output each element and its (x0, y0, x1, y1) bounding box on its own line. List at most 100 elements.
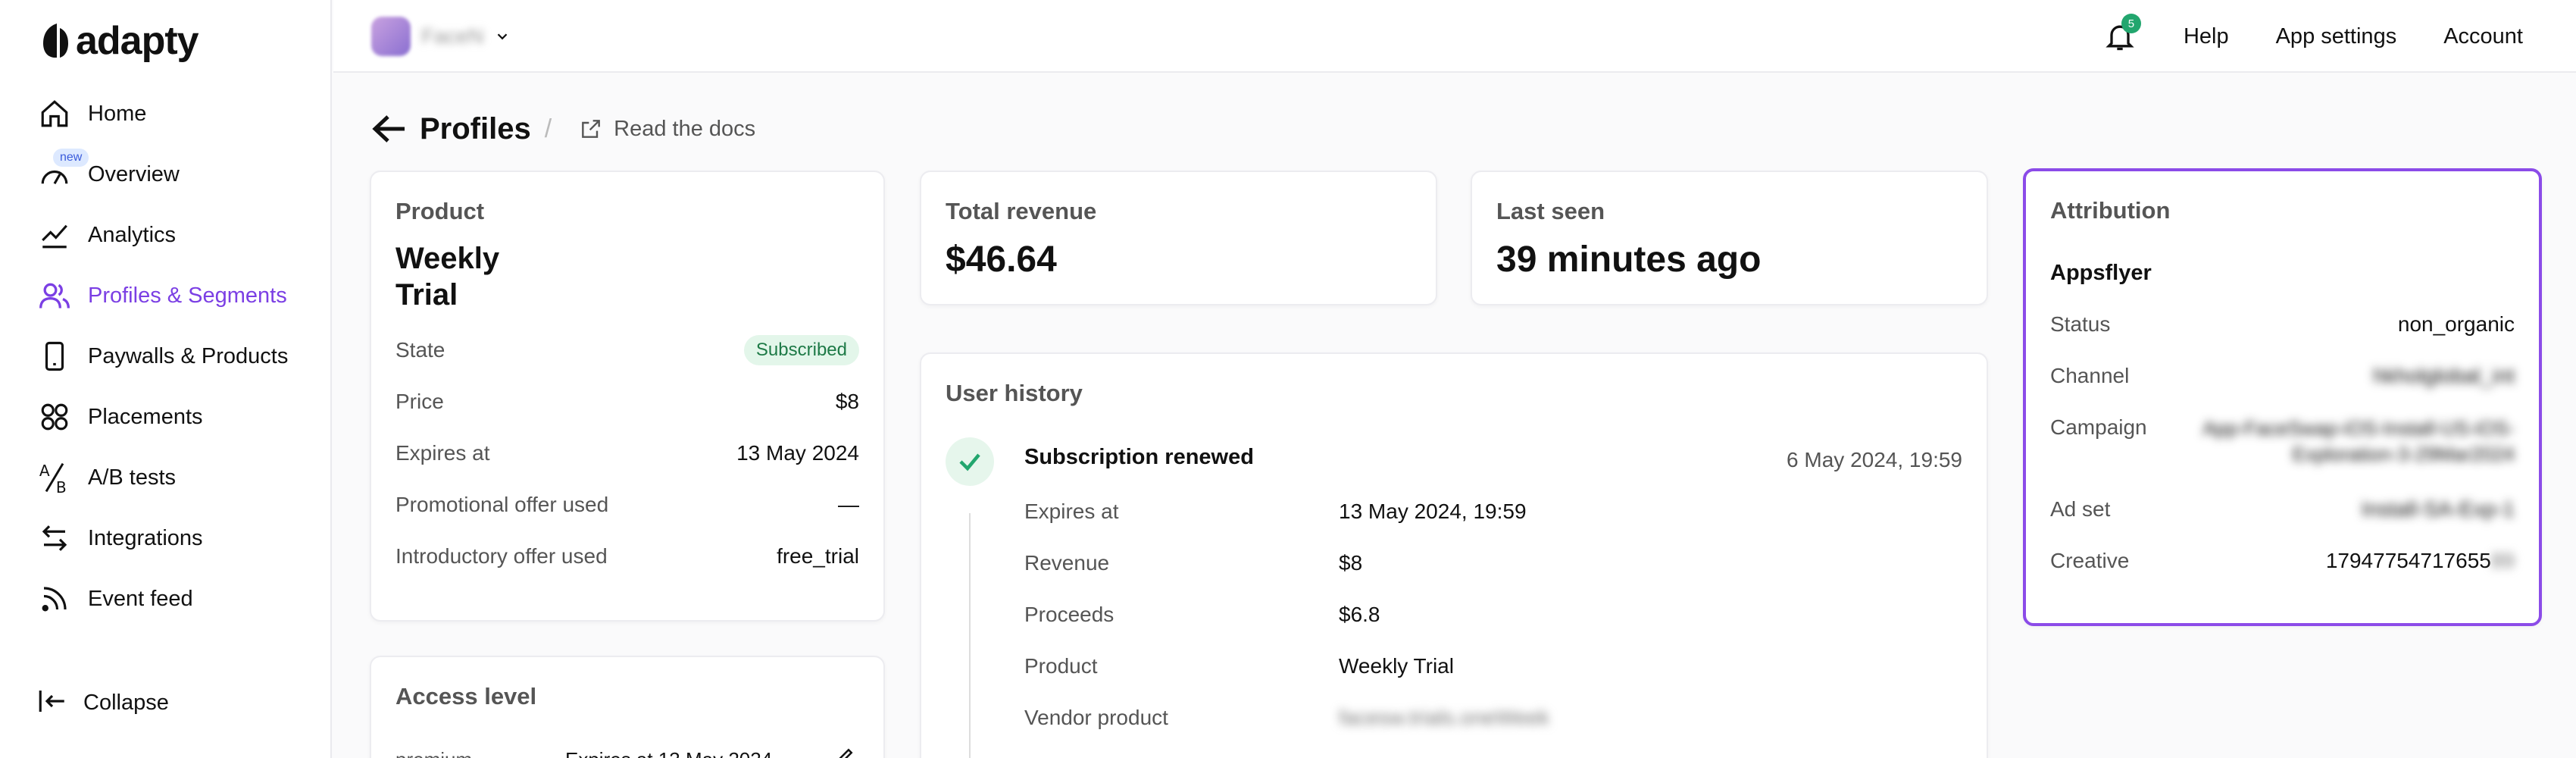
row-key: Campaign (2050, 415, 2147, 439)
sidebar-item-label: Paywalls & Products (88, 343, 289, 368)
sidebar-item-profiles-segments[interactable]: Profiles & Segments (36, 265, 324, 326)
event-time: 6 May 2024, 19:59 (1787, 448, 1962, 471)
user-history-title: User history (946, 380, 1083, 406)
history-key: Expires at (1024, 500, 1119, 523)
adapty-logo-icon (43, 23, 68, 58)
history-value: $8 (1339, 551, 1363, 575)
sidebar-item-label: A/B tests (88, 465, 177, 490)
product-name-line2: Trial (395, 278, 458, 312)
back-arrow-icon[interactable] (371, 114, 406, 144)
sidebar-item-paywalls-products[interactable]: Paywalls & Products (36, 326, 324, 387)
sidebar: adapty Home new Overview Analytics Profi… (0, 0, 332, 758)
product-row-intro: Introductory offer used free_trial (395, 544, 859, 568)
read-docs-link[interactable]: Read the docs (579, 117, 755, 142)
row-value-hidden: 89 (2490, 549, 2515, 572)
access-level-value: Expires at 13 May 2024 (565, 748, 772, 758)
attribution-row-creative: Creative 1794775471765589 (2050, 549, 2515, 573)
sidebar-item-home[interactable]: Home (36, 83, 324, 144)
last-seen-value: 39 minutes ago (1496, 240, 1762, 280)
sidebar-item-overview[interactable]: new Overview (36, 144, 324, 205)
history-key: Revenue (1024, 551, 1110, 575)
sidebar-item-integrations[interactable]: Integrations (36, 508, 324, 568)
product-card-title: Product (395, 198, 485, 224)
row-value: non_organic (2397, 312, 2515, 336)
sidebar-item-label: Integrations (88, 525, 203, 550)
breadcrumb-separator: / (544, 114, 552, 143)
row-key: Promotional offer used (395, 493, 609, 516)
success-check-icon (946, 437, 994, 486)
sidebar-item-label: Analytics (88, 222, 177, 247)
sidebar-item-label: Overview (88, 161, 180, 186)
total-revenue-card: Total revenue $46.64 (920, 171, 1437, 305)
access-level-key: premium (395, 748, 472, 758)
timeline-line (969, 513, 971, 758)
product-row-price: Price $8 (395, 390, 859, 414)
row-key: Status (2050, 312, 2111, 336)
row-value: — (838, 493, 859, 516)
product-row-promo: Promotional offer used — (395, 493, 859, 517)
product-card: Product Weekly Trial State Subscribed Pr… (370, 171, 885, 622)
main-nav: Home new Overview Analytics Profiles & S… (36, 83, 324, 629)
attribution-row-adset: Ad set Install-SA-Exp-1 (2050, 497, 2515, 522)
account-link[interactable]: Account (2443, 24, 2523, 49)
page-header: Profiles / Read the docs (371, 106, 755, 152)
history-value: 13 May 2024, 19:59 (1339, 500, 1527, 523)
product-row-state: State Subscribed (395, 335, 859, 365)
attribution-row-status: Status non_organic (2050, 312, 2515, 337)
row-key: Expires at (395, 441, 490, 465)
edit-pencil-icon[interactable] (833, 745, 856, 758)
row-value: hkholglobal_int (2373, 364, 2515, 387)
event-title[interactable]: Subscription renewed (1024, 445, 1254, 470)
grid-icon (36, 399, 73, 435)
history-key: Product (1024, 654, 1098, 678)
row-value: 13 May 2024 (736, 441, 859, 465)
sidebar-item-placements[interactable]: Placements (36, 387, 324, 447)
feed-icon (36, 581, 73, 617)
sidebar-item-label: Home (88, 101, 147, 126)
sidebar-item-analytics[interactable]: Analytics (36, 205, 324, 265)
sidebar-item-ab-tests[interactable]: AB A/B tests (36, 447, 324, 508)
sidebar-item-label: Event feed (88, 586, 193, 611)
attribution-row-channel: Channel hkholglobal_int (2050, 364, 2515, 388)
product-name: Weekly Trial (395, 240, 499, 313)
row-value: $8 (835, 390, 859, 413)
ab-icon: AB (36, 459, 73, 496)
app-settings-link[interactable]: App settings (2276, 24, 2397, 49)
product-row-expires: Expires at 13 May 2024 (395, 441, 859, 465)
sidebar-item-label: Profiles & Segments (88, 283, 287, 308)
history-value: facesw.trials.oneWeek (1339, 706, 1550, 729)
phone-icon (36, 338, 73, 374)
read-docs-label: Read the docs (614, 116, 756, 141)
notifications-button[interactable]: 5 (2103, 14, 2141, 53)
row-value: 17947754717655 (2325, 549, 2491, 572)
row-key: Creative (2050, 549, 2130, 572)
total-revenue-value: $46.64 (946, 240, 1057, 280)
last-seen-title: Last seen (1496, 198, 1605, 224)
product-name-line1: Weekly (395, 242, 500, 275)
help-link[interactable]: Help (2184, 24, 2229, 49)
home-icon (36, 96, 73, 132)
chevron-down-icon (498, 33, 508, 40)
collapse-label: Collapse (83, 690, 169, 715)
svg-text:B: B (56, 478, 67, 494)
app-switcher[interactable]: FaceN (371, 15, 511, 58)
adapty-logo[interactable]: adapty (39, 18, 199, 64)
history-key: Vendor product (1024, 706, 1168, 729)
sidebar-item-event-feed[interactable]: Event feed (36, 568, 324, 629)
new-badge: new (53, 149, 89, 167)
row-key: Channel (2050, 364, 2130, 387)
brand-name: adapty (76, 19, 199, 63)
history-value: $6.8 (1339, 603, 1380, 626)
sidebar-item-label: Placements (88, 404, 203, 429)
row-key: State (395, 338, 445, 362)
page-title: Profiles (420, 111, 531, 146)
row-key: Price (395, 390, 444, 413)
collapse-icon (36, 685, 68, 721)
top-actions: 5 Help App settings Account (2103, 14, 2523, 58)
app-name: FaceN (421, 24, 484, 48)
attribution-title: Attribution (2050, 197, 2171, 224)
access-level-title: Access level (395, 683, 537, 709)
user-history-card: User history Subscription renewed 6 May … (920, 352, 1988, 758)
collapse-button[interactable]: Collapse (36, 672, 169, 733)
top-bar: FaceN 5 Help App settings Account (333, 0, 2576, 73)
